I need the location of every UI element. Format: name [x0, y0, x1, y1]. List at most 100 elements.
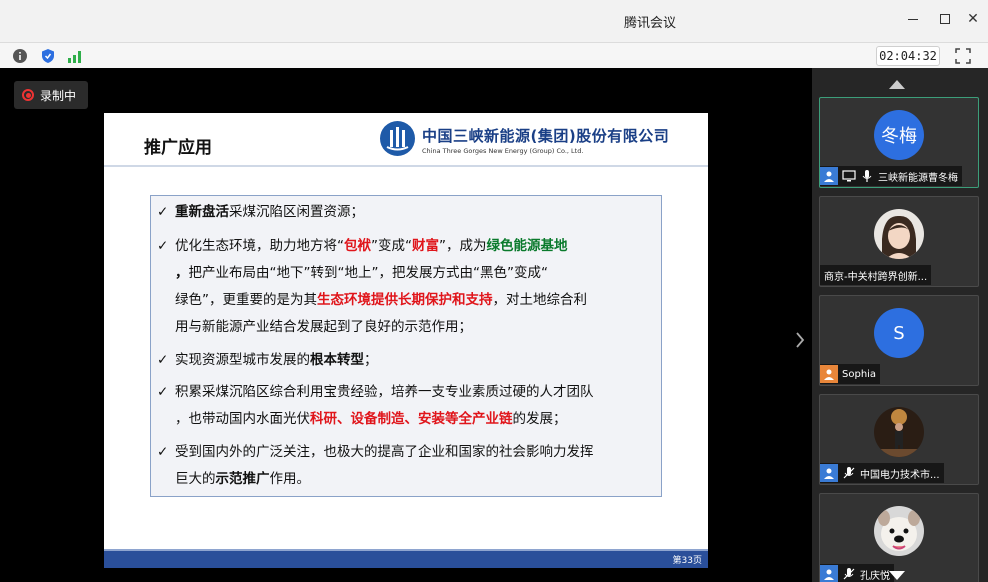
- bullet-item: ✓ 受到国内外的广泛关注，也极大的提高了企业和国家的社会影响力发挥巨大的示范推广…: [157, 439, 657, 493]
- highlight-red-text: 包袱: [344, 238, 371, 254]
- bullet-item: ✓ 重新盘活采煤沉陷区闲置资源；: [157, 199, 657, 226]
- plain-text: 绿色”，更重要的是为其: [175, 292, 317, 308]
- highlight-red-text: 生态环境提供长期保护和支持: [317, 292, 493, 308]
- logo-chinese-name: 中国三峡新能源(集团)股份有限公司: [422, 127, 670, 145]
- plain-text: 巨大的: [175, 471, 216, 487]
- participant-tile[interactable]: 商京-中关村跨界创新...: [819, 196, 979, 287]
- plain-text: ，也带动国内水面光伏: [175, 411, 310, 427]
- bullet-line: 受到国内外的广泛关注，也极大的提高了企业和国家的社会影响力发挥: [175, 439, 657, 466]
- plain-text: 作用。: [269, 471, 311, 487]
- highlight-red-text: 科研、设备制造、安装等全产业链: [310, 411, 513, 427]
- shared-screen-area: 录制中 推广应用 中国三峡新能源(集团)股份有限公司 China Three G…: [0, 68, 812, 582]
- participant-name: 商京-中关村跨界创新...: [824, 271, 928, 283]
- bullet-item: ✓ 实现资源型城市发展的根本转型；: [157, 347, 657, 374]
- check-icon: ✓: [157, 444, 169, 460]
- plain-text: 受到国内外的广泛关注，也极大的提高了企业和国家的社会影响力发挥: [175, 444, 594, 460]
- microphone-muted-icon: [843, 467, 855, 479]
- plain-text: 采煤沉陷区闲置资源；: [229, 204, 364, 220]
- meeting-timer: 02:04:32: [876, 46, 940, 66]
- bullet-line: ，也带动国内水面光伏科研、设备制造、安装等全产业链的发展；: [175, 406, 657, 433]
- bullet-line: 重新盘活采煤沉陷区闲置资源；: [175, 199, 657, 226]
- bullet-text: 实现资源型城市发展的根本转型；: [157, 347, 657, 374]
- plain-text: ”变成“: [371, 238, 412, 254]
- check-icon: ✓: [157, 204, 169, 220]
- participant-nameplate: 三峡新能源曹冬梅: [820, 166, 962, 186]
- user-icon: [820, 464, 838, 482]
- user-icon: [820, 167, 838, 185]
- user-icon: [820, 365, 838, 383]
- bullet-line: 用与新能源产业结合发展起到了良好的示范作用；: [175, 314, 657, 341]
- bullet-line: 积累采煤沉陷区综合利用宝贵经验，培养一支专业素质过硬的人才团队: [175, 379, 657, 406]
- avatar: [874, 209, 924, 259]
- minimize-button[interactable]: [900, 8, 926, 30]
- check-icon: ✓: [157, 238, 169, 254]
- plain-text: 实现资源型城市发展的: [175, 352, 310, 368]
- bold-text: 根本转型: [310, 352, 364, 368]
- highlight-green-text: 绿色能源基地: [486, 238, 568, 254]
- participant-nameplate: Sophia: [820, 364, 881, 384]
- user-icon: [820, 565, 838, 582]
- presentation-slide: 推广应用 中国三峡新能源(集团)股份有限公司 China Three Gorge…: [104, 113, 708, 568]
- info-icon[interactable]: [12, 48, 28, 64]
- maximize-button[interactable]: [932, 8, 958, 30]
- title-bar: 腾讯会议 ✕: [0, 0, 988, 42]
- avatar: [874, 506, 924, 556]
- participant-tile[interactable]: S Sophia: [819, 295, 979, 386]
- participant-name: 中国电力技术市...: [860, 469, 940, 481]
- window-title: 腾讯会议: [623, 16, 676, 31]
- microphone-muted-icon: [843, 568, 855, 580]
- participant-tile[interactable]: 孔庆悦: [819, 493, 979, 582]
- participant-name: 孔庆悦: [860, 570, 890, 582]
- bullet-line: 绿色”，更重要的是为其生态环境提供长期保护和支持，对土地综合利: [175, 287, 657, 314]
- slide-title: 推广应用: [144, 138, 212, 158]
- logo-english-name: China Three Gorges New Energy (Group) Co…: [422, 147, 584, 155]
- bullet-list-box: ✓ 重新盘活采煤沉陷区闲置资源； ✓ 优化生态环境，助力地方将“包袱”变成“财富…: [150, 195, 662, 497]
- avatar: S: [874, 308, 924, 358]
- plain-text: 优化生态环境，助力地方将“: [175, 238, 344, 254]
- check-icon: ✓: [157, 384, 169, 400]
- bullet-text: 重新盘活采煤沉陷区闲置资源；: [157, 199, 657, 226]
- bullet-text: 优化生态环境，助力地方将“包袱”变成“财富”，成为绿色能源基地 ，把产业布局由“地…: [157, 233, 657, 341]
- bullet-line: 实现资源型城市发展的根本转型；: [175, 347, 657, 374]
- signal-icon[interactable]: [67, 48, 83, 64]
- bullet-line: 巨大的示范推广作用。: [175, 466, 657, 493]
- chevron-right-icon[interactable]: [794, 330, 806, 350]
- participant-name: Sophia: [842, 368, 877, 380]
- microphone-icon: [862, 170, 872, 182]
- bullet-text: 受到国内外的广泛关注，也极大的提高了企业和国家的社会影响力发挥巨大的示范推广作用…: [157, 439, 657, 493]
- plain-text: ；: [364, 352, 378, 368]
- participant-nameplate: 中国电力技术市...: [820, 463, 944, 483]
- screen-share-icon: [842, 170, 856, 182]
- maximize-icon: [940, 14, 950, 24]
- bullet-item: ✓ 积累采煤沉陷区综合利用宝贵经验，培养一支专业素质过硬的人才团队 ，也带动国内水…: [157, 379, 657, 433]
- fullscreen-icon[interactable]: [954, 47, 972, 65]
- scroll-down-icon[interactable]: [888, 570, 906, 582]
- plain-text: ，对土地综合利: [492, 292, 588, 308]
- plain-text: ”，成为: [439, 238, 487, 254]
- recording-label: 录制中: [40, 88, 77, 103]
- bullet-text: 积累采煤沉陷区综合利用宝贵经验，培养一支专业素质过硬的人才团队 ，也带动国内水面光…: [157, 379, 657, 433]
- participant-tile[interactable]: 冬梅 三峡新能源曹冬梅: [819, 97, 979, 188]
- plain-text: 积累采煤沉陷区综合利用宝贵经验，培养一支专业素质过硬的人才团队: [175, 384, 594, 400]
- participant-tile[interactable]: 中国电力技术市...: [819, 394, 979, 485]
- close-button[interactable]: ✕: [960, 8, 986, 30]
- close-icon: ✕: [967, 11, 979, 27]
- avatar: 冬梅: [874, 110, 924, 160]
- bold-text: ，: [175, 265, 189, 281]
- bold-text: 重新盘活: [175, 204, 229, 220]
- slide-footer: 第33页: [104, 549, 708, 568]
- slide-page-number: 第33页: [672, 556, 702, 566]
- minimize-icon: [908, 18, 918, 20]
- participants-panel: 冬梅 三峡新能源曹冬梅 商京-中关村跨界创新... S Sophia 中国电力技…: [812, 68, 988, 582]
- record-icon: [22, 89, 34, 101]
- scroll-up-icon[interactable]: [888, 78, 906, 90]
- recording-indicator[interactable]: 录制中: [14, 81, 88, 109]
- bullet-line: 优化生态环境，助力地方将“包袱”变成“财富”，成为绿色能源基地: [175, 233, 657, 260]
- highlight-red-text: 财富: [412, 238, 439, 254]
- plain-text: 用与新能源产业结合发展起到了良好的示范作用；: [175, 319, 472, 335]
- participant-nameplate: 孔庆悦: [820, 564, 894, 582]
- participant-name: 三峡新能源曹冬梅: [878, 172, 958, 184]
- company-logo: 中国三峡新能源(集团)股份有限公司 China Three Gorges New…: [380, 120, 706, 160]
- participant-nameplate: 商京-中关村跨界创新...: [820, 265, 932, 285]
- shield-icon[interactable]: [40, 48, 56, 64]
